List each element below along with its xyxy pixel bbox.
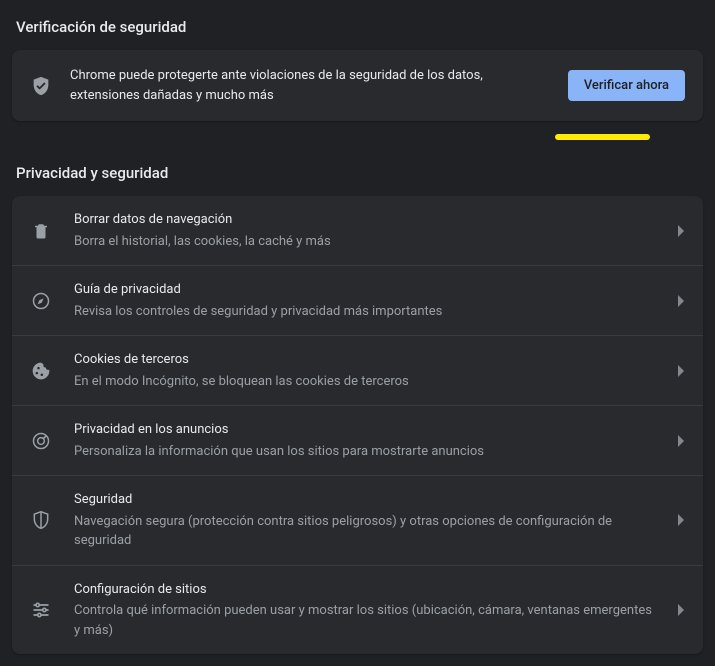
compass-icon — [30, 291, 52, 311]
chevron-right-icon — [677, 365, 685, 377]
chevron-right-icon — [677, 604, 685, 616]
cookie-icon — [30, 361, 52, 381]
privacy-list: Borrar datos de navegación Borra el hist… — [12, 196, 703, 654]
row-subtitle: Borra el historial, las cookies, la cach… — [74, 232, 655, 252]
row-subtitle: En el modo Incógnito, se bloquean las co… — [74, 372, 655, 392]
row-subtitle: Revisa los controles de seguridad y priv… — [74, 302, 655, 322]
row-third-party-cookies[interactable]: Cookies de terceros En el modo Incógnito… — [12, 335, 703, 405]
row-title: Borrar datos de navegación — [74, 210, 655, 230]
chevron-right-icon — [677, 514, 685, 526]
tune-icon — [30, 600, 52, 620]
row-subtitle: Navegación segura (protección contra sit… — [74, 512, 655, 551]
row-subtitle: Personaliza la información que usan los … — [74, 442, 655, 462]
row-site-settings[interactable]: Configuración de sitios Controla qué inf… — [12, 565, 703, 655]
safety-check-message: Chrome puede protegerte ante violaciones… — [70, 66, 550, 105]
verify-now-button[interactable]: Verificar ahora — [568, 70, 685, 101]
safety-check-heading: Verificación de seguridad — [12, 12, 703, 50]
chevron-right-icon — [677, 225, 685, 237]
row-ad-privacy[interactable]: Privacidad en los anuncios Personaliza l… — [12, 405, 703, 475]
privacy-security-heading: Privacidad y seguridad — [12, 158, 703, 196]
trash-icon — [30, 222, 52, 240]
row-title: Cookies de terceros — [74, 350, 655, 370]
chevron-right-icon — [677, 435, 685, 447]
chevron-right-icon — [677, 295, 685, 307]
row-title: Guía de privacidad — [74, 280, 655, 300]
row-privacy-guide[interactable]: Guía de privacidad Revisa los controles … — [12, 265, 703, 335]
ads-icon — [30, 431, 52, 451]
shield-check-icon — [30, 75, 52, 97]
row-title: Configuración de sitios — [74, 580, 655, 600]
row-clear-browsing-data[interactable]: Borrar datos de navegación Borra el hist… — [12, 196, 703, 265]
security-shield-icon — [30, 510, 52, 530]
row-title: Seguridad — [74, 490, 655, 510]
row-security[interactable]: Seguridad Navegación segura (protección … — [12, 475, 703, 565]
safety-check-card: Chrome puede protegerte ante violaciones… — [12, 50, 703, 121]
row-title: Privacidad en los anuncios — [74, 420, 655, 440]
row-subtitle: Controla qué información pueden usar y m… — [74, 601, 655, 640]
